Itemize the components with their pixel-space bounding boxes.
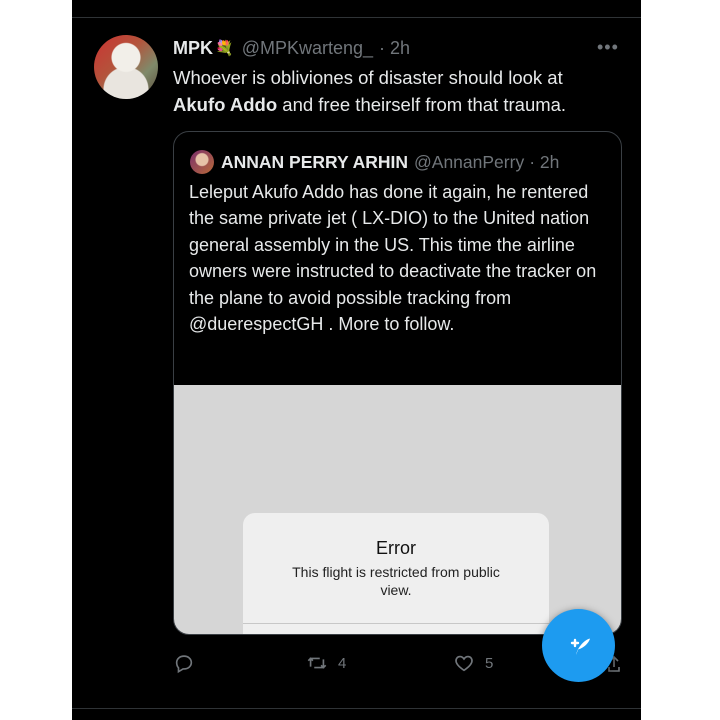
quoted-media-image[interactable]: Error This flight is restricted from pub… [174,385,621,634]
retweet-icon [307,657,327,669]
compose-tweet-button[interactable] [542,609,615,682]
tweet-text: Whoever is obliviones of disaster should… [173,64,613,118]
quoted-author-name: ANNAN PERRY ARHIN [221,151,409,172]
divider [72,17,641,18]
quoted-time: · 2h [529,151,560,172]
quoted-header: ANNAN PERRY ARHIN @AnnanPerry · 2h [221,150,559,174]
compose-tweet-icon [570,638,590,655]
quoted-tweet[interactable]: ANNAN PERRY ARHIN @AnnanPerry · 2h Lelep… [173,131,622,635]
author-name[interactable]: MPK [173,38,213,59]
retweet-count: 4 [338,654,347,672]
error-dialog: Error This flight is restricted from pub… [243,513,549,634]
error-title: Error [376,538,416,558]
tweet-time[interactable]: · 2h [379,38,410,59]
dialog-divider [243,623,549,624]
timeline: MPK 💐 @MPKwarteng_ · 2h ••• Whoever is o… [72,0,641,720]
tweet-text-end: and free theirself from that trauma. [277,94,567,115]
like-button[interactable]: 5 [453,652,493,674]
reply-icon [175,655,193,674]
reply-button[interactable] [173,652,195,674]
tweet-text-start: Whoever is obliviones of disaster should… [173,67,563,88]
quoted-text: Leleput Akufo Addo has done it again, he… [189,182,597,335]
like-count: 5 [485,654,494,672]
more-horizontal-icon[interactable]: ••• [597,37,619,58]
quoted-avatar [190,150,214,174]
divider [72,708,641,709]
retweet-button[interactable]: 4 [306,652,346,674]
author-handle[interactable]: @MPKwarteng_ [242,38,373,59]
error-message: This flight is restricted from public vi… [292,564,500,598]
tweet-text-bold: Akufo Addo [173,94,278,115]
tweet-header: MPK 💐 @MPKwarteng_ · 2h [173,37,410,59]
quoted-author-handle: @AnnanPerry [414,151,525,172]
avatar[interactable] [94,35,158,99]
flower-emoji-icon: 💐 [215,40,234,57]
heart-icon [455,655,473,672]
